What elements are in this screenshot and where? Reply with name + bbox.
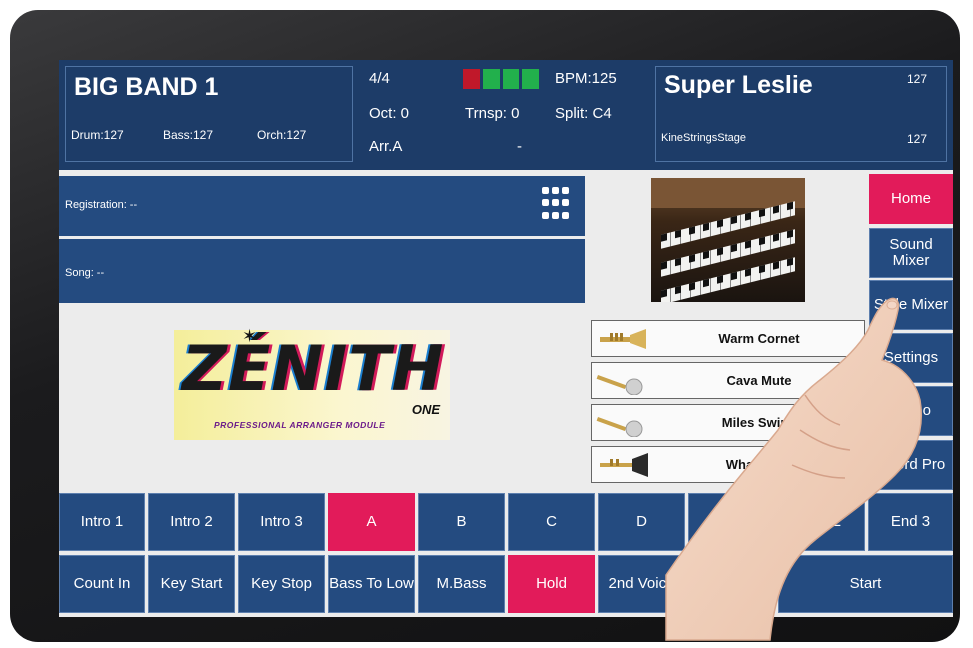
end-2-button[interactable]: End 2 [778,493,865,551]
muted-trumpet-icon [596,375,643,395]
voice-name: Cava Mute [726,373,792,388]
time-signature: 4/4 [369,70,390,87]
organ-image [651,178,805,302]
variation-c-button[interactable]: C [508,493,595,551]
bass-to-low-button[interactable]: Bass To Low [328,555,415,613]
right2-voice-name: KineStringsStage [661,132,746,144]
demo-button[interactable]: Demo [869,386,953,436]
song-panel[interactable]: Song: -- [59,239,585,303]
chord-display: - [517,138,522,155]
beat-light [482,69,500,89]
intro-2-button[interactable]: Intro 2 [148,493,235,551]
beat-indicator [463,69,539,89]
song-label: Song: -- [65,267,105,279]
voice-item[interactable]: Warm Cornet [591,320,865,357]
end-3-button[interactable]: End 3 [868,493,953,551]
voice-item[interactable]: WhaWha T [591,446,865,483]
settings-button[interactable]: Settings [869,333,953,383]
style-name: BIG BAND 1 [74,73,219,101]
sound-mixer-button[interactable]: Sound Mixer [869,228,953,278]
bass-volume: Bass:127 [163,128,214,142]
count-in-button[interactable]: Count In [59,555,145,613]
logo-title: ZÉNITH [182,332,445,405]
right-voice-volume: 127 [907,72,928,86]
variation-a-button[interactable]: A [328,493,415,551]
voice-name: Warm Cornet [718,331,800,346]
home-button[interactable]: Home [869,174,953,224]
drum-volume: Drum:127 [71,128,124,142]
keypad-grid-icon[interactable] [542,187,569,221]
chord-pro-button[interactable]: Chord Pro [869,440,953,490]
end-1-button[interactable] [688,493,775,551]
voice-item[interactable]: Cava Mute [591,362,865,399]
hidden-pad-button[interactable] [688,555,775,613]
registration-panel[interactable]: Registration: -- [59,176,585,236]
key-stop-button[interactable]: Key Stop [238,555,325,613]
app-screen: BIG BAND 1 Drum:127 Bass:127 Orch:127 4/… [59,60,953,617]
beat-light [502,69,520,89]
arrangement: Arr.A [369,138,403,155]
right2-voice-volume: 127 [907,132,928,146]
intro-1-button[interactable]: Intro 1 [59,493,145,551]
variation-b-button[interactable]: B [418,493,505,551]
key-start-button[interactable]: Key Start [148,555,235,613]
cornet-icon [600,329,646,349]
mbass-button[interactable]: M.Bass [418,555,505,613]
bpm[interactable]: BPM:125 [555,70,617,87]
style-mixer-button[interactable]: Style Mixer [869,280,953,330]
status-header: BIG BAND 1 Drum:127 Bass:127 Orch:127 4/… [59,60,953,170]
muted-trumpet-icon [596,417,643,437]
logo-suffix: ONE [411,402,440,417]
tablet-frame: BIG BAND 1 Drum:127 Bass:127 Orch:127 4/… [10,10,960,642]
split-point[interactable]: Split: C4 [555,105,612,122]
intro-3-button[interactable]: Intro 3 [238,493,325,551]
voice-name: WhaWha T [725,457,793,472]
beat-light [522,69,539,89]
octave: Oct: 0 [369,105,410,122]
voice-name: Miles Swing [721,415,797,430]
orch-volume: Orch:127 [257,128,307,142]
hold-button[interactable]: Hold [508,555,595,613]
logo-subtitle: PROFESSIONAL ARRANGER MODULE [214,420,386,430]
logo-star-icon: ✶ [242,326,258,346]
beat-light [463,69,480,89]
transpose: Trnsp: 0 [465,105,520,122]
start-button[interactable]: Start [778,555,953,613]
voice-item[interactable]: Miles Swing [591,404,865,441]
registration-label: Registration: -- [65,199,138,211]
right-voice-name: Super Leslie [664,71,813,99]
variation-d-button[interactable]: D [598,493,685,551]
zenith-logo: ZÉNITH ONE PROFESSIONAL ARRANGER MODULE [174,330,450,440]
second-voice-button[interactable]: 2nd Voice [598,555,685,613]
trumpet-icon [600,453,648,477]
